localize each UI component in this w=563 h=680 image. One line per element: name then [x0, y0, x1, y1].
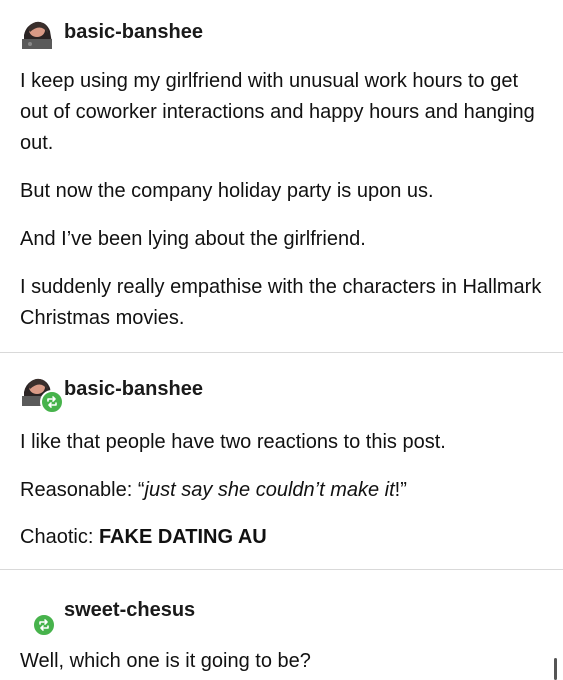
user-avatar-icon	[18, 13, 56, 51]
post-header: basic-banshee	[18, 12, 203, 52]
reblog-icon	[40, 390, 64, 414]
post-username[interactable]: sweet-chesus	[64, 599, 195, 622]
post-paragraph: Reasonable: “just say she couldn’t make …	[20, 475, 550, 506]
post-paragraph: I keep using my girlfriend with unusual …	[20, 70, 535, 154]
post-reblog: sweet-chesus Well, which one is it going…	[0, 570, 563, 680]
post-header: basic-banshee	[18, 369, 203, 414]
quote-close: !”	[394, 479, 407, 501]
reblog-icon	[32, 613, 56, 637]
post-paragraph: Well, which one is it going to be?	[20, 650, 311, 672]
italic-quote: just say she couldn’t make it	[144, 479, 395, 501]
post-header: sweet-chesus	[18, 590, 195, 637]
label-chaotic: Chaotic:	[20, 526, 99, 548]
quote-open: “	[137, 479, 145, 501]
avatar[interactable]	[18, 13, 56, 51]
avatar[interactable]	[18, 591, 56, 637]
post-paragraph: But now the company holiday party is upo…	[20, 180, 434, 202]
post-reblog: basic-banshee I like that people have tw…	[0, 353, 563, 568]
post-paragraph: And I’ve been lying about the girlfriend…	[20, 228, 366, 250]
post-username[interactable]: basic-banshee	[64, 21, 203, 44]
post-original: basic-banshee I keep using my girlfriend…	[0, 0, 563, 352]
bold-text: FAKE DATING AU	[98, 526, 267, 548]
post-paragraph: Chaotic: FAKE DATING AU	[20, 522, 550, 553]
avatar[interactable]	[18, 370, 64, 414]
scrollbar[interactable]	[554, 658, 557, 680]
post-paragraph: I like that people have two reactions to…	[20, 431, 446, 453]
post-paragraph: I suddenly really empathise with the cha…	[20, 276, 542, 329]
label-reasonable: Reasonable:	[20, 479, 138, 501]
post-username[interactable]: basic-banshee	[64, 378, 203, 401]
